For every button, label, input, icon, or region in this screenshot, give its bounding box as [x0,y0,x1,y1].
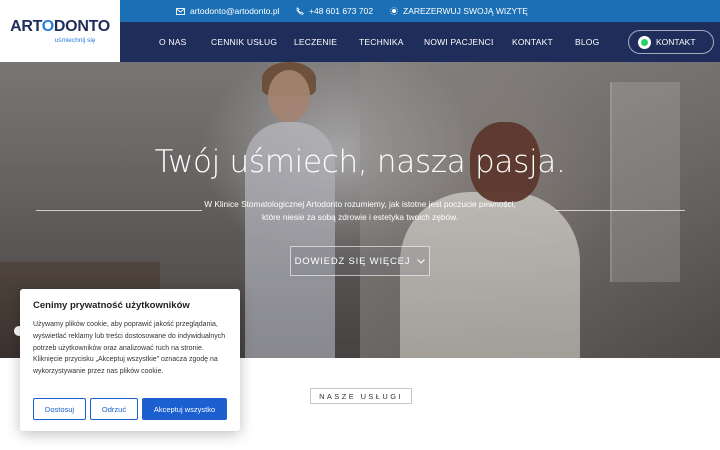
nav-item-technika[interactable]: TECHNIKA [359,22,404,62]
mail-icon [176,7,185,15]
phone-link[interactable]: +48 601 673 702 [296,0,373,22]
phone-text: +48 601 673 702 [309,6,374,16]
learn-more-label: DOWIEDZ SIĘ WIĘCEJ [294,255,411,267]
email-text: artodonto@artodonto.pl [190,6,280,16]
cookie-reject-button[interactable]: Odrzuć [90,398,138,420]
email-link[interactable]: artodonto@artodonto.pl [176,0,279,22]
nav-item-nowi-pacjenci[interactable]: NOWI PACJENCI [424,22,494,62]
nav-item-leczenie[interactable]: LECZENIE [294,22,337,62]
logo-wordmark: ARTODONTO [10,17,110,35]
hero-divider-left [36,210,202,211]
hero-divider-right [555,210,685,211]
services-section-badge: NASZE USŁUGI [310,388,412,404]
sun-icon [390,7,398,15]
chevron-down-icon [417,258,426,264]
cookie-actions: Dostosuj Odrzuć Akceptuj wszystko [33,398,227,420]
nav-item-kontakt[interactable]: KONTAKT [512,22,553,62]
cookie-body: Używamy plików cookie, aby poprawić jako… [33,321,226,376]
nav-item-blog[interactable]: BLOG [575,22,599,62]
cookie-title: Cenimy prywatność użytkowników [33,300,190,311]
cookie-consent-dialog: Cenimy prywatność użytkowników Używamy p… [20,289,240,431]
nav-item-o-nas[interactable]: O NAS [159,22,186,62]
hero-title: Twój uśmiech, nasza pasja. [154,144,566,180]
page: ARTODONTO uśmiechnij się artodonto@artod… [0,0,720,450]
hero-description: W Klinice Stomatologicznej Artodonto roz… [204,199,516,222]
whatsapp-contact-button[interactable]: KONTAKT [628,30,714,54]
learn-more-button[interactable]: DOWIEDZ SIĘ WIĘCEJ [290,246,430,276]
logo-tagline: uśmiechnij się [54,36,96,44]
phone-icon [296,7,304,15]
book-visit-link[interactable]: ZAREZERWUJ SWOJĄ WIZYTĘ [390,0,528,22]
main-navigation: O NAS CENNIK USŁUG LECZENIE TECHNIKA NOW… [120,22,720,62]
nav-item-cennik[interactable]: CENNIK USŁUG [211,22,277,62]
whatsapp-contact-label: KONTAKT [656,37,696,47]
book-visit-text: ZAREZERWUJ SWOJĄ WIZYTĘ [403,6,528,16]
whatsapp-icon [638,35,651,49]
top-info-bar: artodonto@artodonto.pl +48 601 673 702 Z… [120,0,720,22]
cookie-customize-button[interactable]: Dostosuj [33,398,86,420]
cookie-accept-all-button[interactable]: Akceptuj wszystko [142,398,227,420]
site-logo[interactable]: ARTODONTO uśmiechnij się [0,0,120,62]
